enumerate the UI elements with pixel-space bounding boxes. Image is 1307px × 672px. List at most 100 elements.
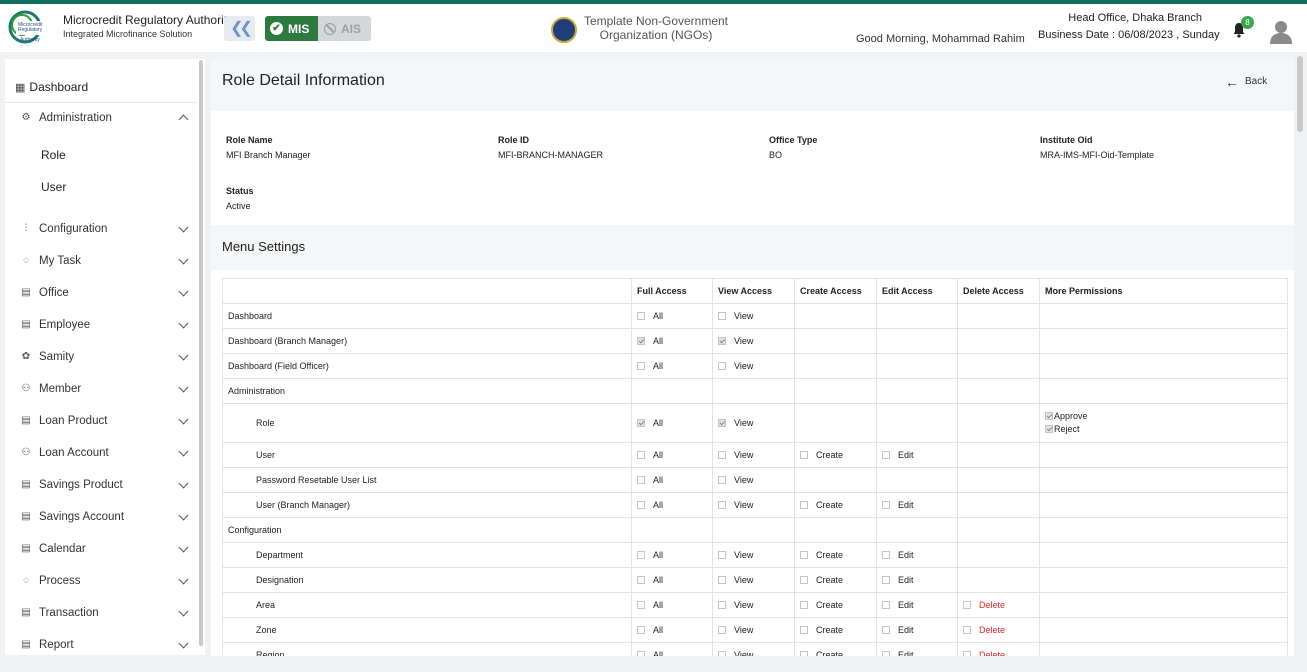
sidebar-item-configuration[interactable]: ⫶ Configuration: [5, 217, 197, 241]
sidebar-scrollbar[interactable]: [199, 60, 203, 646]
sidebar-item-savings-product[interactable]: ▤ Savings Product: [5, 473, 197, 497]
table-row: Area All View Create Edit Delete: [222, 592, 1288, 618]
full-access-cell: All: [631, 642, 713, 656]
create-access-label: Create: [816, 500, 844, 510]
create-access-checkbox[interactable]: [800, 501, 808, 509]
edit-access-label: Edit: [898, 625, 914, 635]
view-access-label: View: [734, 600, 754, 610]
sidebar-subitem-role[interactable]: Role: [41, 148, 66, 162]
employee-icon: ▤: [21, 319, 31, 330]
sidebar-item-loan-product[interactable]: ▤ Loan Product: [5, 409, 197, 433]
table-row: Dashboard (Branch Manager) All View: [222, 328, 1288, 354]
status-label: Status: [226, 186, 254, 196]
edit-access-label: Edit: [898, 575, 914, 585]
sidebar-item-process[interactable]: ◌ Process: [5, 569, 197, 593]
mis-toggle-button[interactable]: ✔ MIS: [265, 16, 318, 41]
view-access-checkbox[interactable]: [718, 476, 726, 484]
user-avatar[interactable]: [1268, 18, 1294, 44]
edit-access-checkbox[interactable]: [882, 451, 890, 459]
menu-name-cell: Department: [222, 542, 632, 568]
sidebar-subitem-user[interactable]: User: [41, 180, 66, 194]
delete-access-checkbox[interactable]: [963, 601, 971, 609]
more-permissions-cell: [1039, 492, 1288, 518]
full-access-checkbox[interactable]: [637, 337, 645, 345]
approve-checkbox[interactable]: [1045, 412, 1053, 420]
back-button[interactable]: ← Back: [1225, 75, 1267, 89]
view-access-checkbox[interactable]: [718, 501, 726, 509]
menu-name-cell: Region: [222, 642, 632, 656]
collapse-sidebar-button[interactable]: ❮❮: [224, 16, 255, 41]
permissions-table: Full Access View Access Create Access Ed…: [222, 278, 1288, 656]
view-access-checkbox[interactable]: [718, 337, 726, 345]
table-header-row: Full Access View Access Create Access Ed…: [222, 278, 1288, 304]
view-access-label: View: [734, 311, 754, 321]
chevron-down-icon: [178, 318, 189, 329]
edit-access-checkbox[interactable]: [882, 551, 890, 559]
create-access-cell: [794, 303, 877, 329]
view-access-checkbox[interactable]: [718, 601, 726, 609]
create-access-checkbox[interactable]: [800, 626, 808, 634]
ais-toggle-button[interactable]: AIS: [318, 16, 371, 41]
view-access-checkbox[interactable]: [718, 451, 726, 459]
sidebar-item-employee[interactable]: ▤ Employee: [5, 313, 197, 337]
delete-access-checkbox[interactable]: [963, 626, 971, 634]
view-access-checkbox[interactable]: [718, 419, 726, 427]
full-access-checkbox[interactable]: [637, 576, 645, 584]
sidebar-item-loan-account[interactable]: ⚇ Loan Account: [5, 441, 197, 465]
full-access-checkbox[interactable]: [637, 476, 645, 484]
admin-icon: ⚙: [21, 112, 31, 123]
sidebar-item-member[interactable]: ⚇ Member: [5, 377, 197, 401]
full-access-checkbox[interactable]: [637, 451, 645, 459]
sidebar-item-administration[interactable]: ⚙ Administration: [5, 106, 197, 130]
more-permissions-cell: [1039, 642, 1288, 656]
full-access-checkbox[interactable]: [637, 626, 645, 634]
full-access-cell: [631, 517, 713, 543]
create-access-checkbox[interactable]: [800, 576, 808, 584]
business-date: Business Date : 06/08/2023 , Sunday: [1038, 29, 1220, 41]
sidebar-item-my-task[interactable]: ◌ My Task: [5, 249, 197, 273]
delete-access-cell: [957, 567, 1040, 593]
create-access-checkbox[interactable]: [800, 451, 808, 459]
chevron-down-icon: [178, 574, 189, 585]
create-access-checkbox[interactable]: [800, 551, 808, 559]
more-permissions-cell: [1039, 353, 1288, 379]
view-access-cell: View: [712, 328, 795, 354]
sidebar-item-savings-account[interactable]: ▤ Savings Account: [5, 505, 197, 529]
loan-account-icon: ⚇: [21, 447, 31, 458]
edit-access-checkbox[interactable]: [882, 601, 890, 609]
sidebar-item-calendar[interactable]: ▤ Calendar: [5, 537, 197, 561]
view-access-checkbox[interactable]: [718, 362, 726, 370]
menu-name-cell: Dashboard: [222, 303, 632, 329]
menu-name-cell: Role: [222, 403, 632, 443]
main-scrollbar[interactable]: [1297, 56, 1303, 132]
full-access-checkbox[interactable]: [637, 601, 645, 609]
sidebar-item-dashboard[interactable]: ▦ Dashboard: [5, 72, 197, 103]
edit-access-checkbox[interactable]: [882, 626, 890, 634]
brand-title: Microcredit Regulatory Authority: [63, 13, 234, 27]
sidebar-item-transaction[interactable]: ▤ Transaction: [5, 601, 197, 625]
full-access-checkbox[interactable]: [637, 362, 645, 370]
edit-access-checkbox[interactable]: [882, 576, 890, 584]
chevron-down-icon: [178, 222, 189, 233]
table-row: Zone All View Create Edit Delete: [222, 617, 1288, 643]
view-access-checkbox[interactable]: [718, 312, 726, 320]
sidebar-item-samity[interactable]: ✿ Samity: [5, 345, 197, 369]
sidebar-item-office[interactable]: ▤ Office: [5, 281, 197, 305]
create-access-checkbox[interactable]: [800, 601, 808, 609]
chevron-up-icon: [178, 114, 189, 125]
full-access-checkbox[interactable]: [637, 419, 645, 427]
view-access-checkbox[interactable]: [718, 576, 726, 584]
role-name-label: Role Name: [226, 135, 273, 145]
chevron-down-icon: [178, 350, 189, 361]
reject-checkbox[interactable]: [1045, 425, 1053, 433]
edit-access-checkbox[interactable]: [882, 501, 890, 509]
menu-name-cell: Zone: [222, 617, 632, 643]
full-access-checkbox[interactable]: [637, 551, 645, 559]
create-access-cell: Create: [794, 642, 877, 656]
full-access-cell: All: [631, 567, 713, 593]
sidebar-item-report[interactable]: ▤ Report: [5, 633, 197, 657]
view-access-checkbox[interactable]: [718, 551, 726, 559]
full-access-checkbox[interactable]: [637, 312, 645, 320]
full-access-checkbox[interactable]: [637, 501, 645, 509]
view-access-checkbox[interactable]: [718, 626, 726, 634]
